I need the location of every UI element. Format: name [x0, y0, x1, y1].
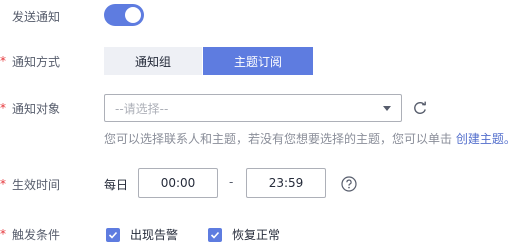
notify-target-select[interactable]: --请选择-- — [104, 94, 402, 122]
notify-target-label-wrap: * 通知对象 — [0, 98, 60, 118]
checkbox-checked — [106, 227, 120, 242]
daily-prefix: 每日 — [104, 178, 129, 192]
trigger-alarm-label: 出现告警 — [130, 228, 179, 242]
notify-method-label-wrap: * 通知方式 — [0, 51, 60, 71]
toggle-knob — [125, 7, 141, 23]
required-mark: * — [0, 101, 6, 115]
hint-text: 您可以选择联系人和主题，若没有您想要选择的主题，您可以单击 — [104, 132, 453, 146]
trigger-label-wrap: * 触发条件 — [0, 224, 60, 244]
effective-time-label: 生效时间 — [12, 177, 61, 192]
notify-target-placeholder: --请选择-- — [115, 101, 169, 116]
send-notification-label: 发送通知 — [12, 9, 61, 24]
effective-time-label-wrap: * 生效时间 — [0, 174, 60, 194]
create-topic-link[interactable]: 创建主题。 — [456, 132, 516, 146]
refresh-icon[interactable] — [412, 100, 428, 116]
required-mark: * — [0, 54, 6, 68]
caret-down-icon — [383, 106, 391, 111]
notify-target-hint: 您可以选择联系人和主题，若没有您想要选择的主题，您可以单击 创建主题。 — [104, 130, 516, 147]
trigger-recovery-label: 恢复正常 — [232, 228, 281, 242]
notify-method-topic-button[interactable]: 主题订阅 — [203, 47, 313, 75]
check-icon — [108, 231, 118, 239]
send-notification-toggle[interactable] — [104, 4, 144, 26]
question-circle-icon[interactable] — [341, 176, 357, 192]
required-mark: * — [0, 227, 6, 241]
start-time-input[interactable]: 00:00 — [138, 168, 218, 198]
notify-method-group-button[interactable]: 通知组 — [104, 47, 202, 75]
end-time-input[interactable]: 23:59 — [246, 168, 326, 198]
trigger-recovery-checkbox[interactable]: 恢复正常 — [208, 226, 280, 243]
send-notification-label-wrap: 发送通知 — [0, 6, 60, 26]
trigger-label: 触发条件 — [12, 227, 61, 242]
notify-target-label: 通知对象 — [12, 101, 61, 116]
trigger-alarm-checkbox[interactable]: 出现告警 — [106, 226, 178, 243]
time-separator: - — [229, 175, 234, 189]
notify-method-label: 通知方式 — [12, 54, 61, 69]
notification-settings-form: 发送通知 * 通知方式 通知组 主题订阅 * 通知对象 --请选择-- 您可以选… — [0, 0, 518, 252]
required-mark: * — [0, 177, 6, 191]
check-icon — [210, 231, 220, 239]
checkbox-checked — [208, 227, 222, 242]
